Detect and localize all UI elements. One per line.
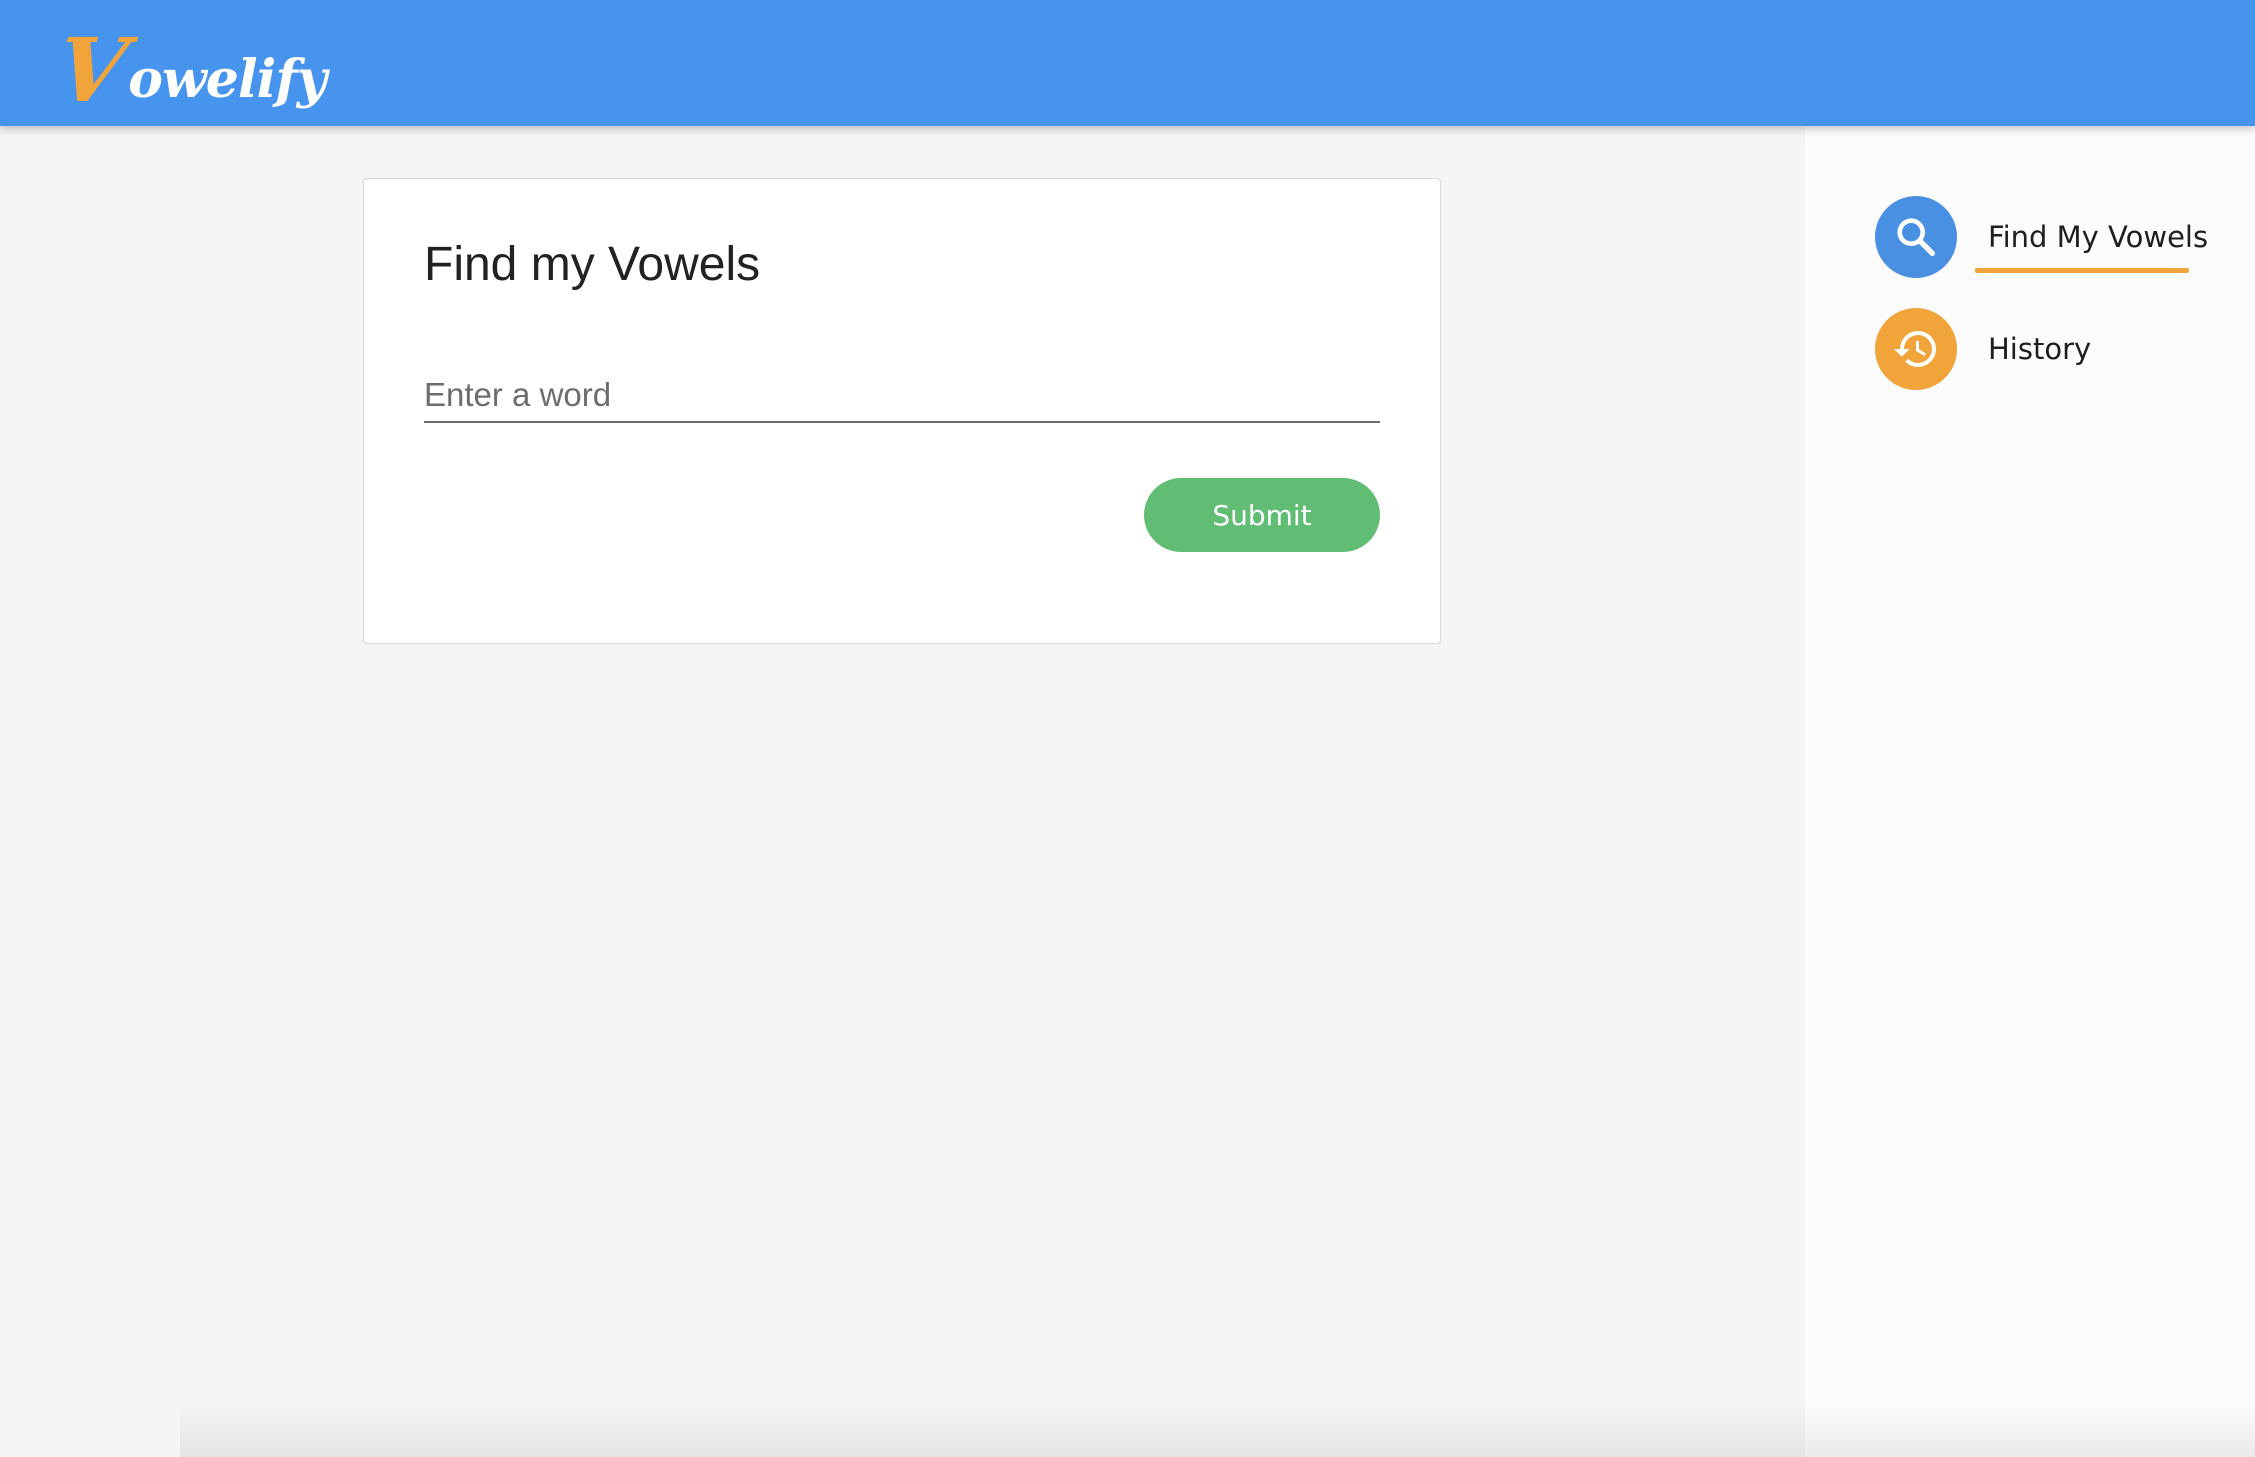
history-icon-svg — [1894, 331, 1936, 367]
sidebar-item-label: Find My Vowels — [1988, 220, 2209, 254]
logo-text: owelify — [128, 49, 327, 110]
main-content: Find my Vowels Submit — [0, 126, 1805, 1457]
sidebar-item-label: History — [1988, 332, 2092, 366]
vowel-finder-card: Find my Vowels Submit — [363, 178, 1441, 644]
sidebar-item-find-my-vowels[interactable]: Find My Vowels — [1875, 196, 2208, 278]
sidebar: Find My Vowels History — [1805, 126, 2255, 1457]
app-logo[interactable]: V owelify — [51, 14, 327, 122]
submit-button[interactable]: Submit — [1144, 478, 1380, 552]
bottom-shadow — [180, 1400, 2255, 1457]
search-icon — [1875, 196, 1957, 278]
search-icon-svg — [1897, 218, 1935, 256]
active-nav-indicator — [1975, 268, 2189, 273]
logo-initial: V — [50, 18, 134, 122]
card-title: Find my Vowels — [424, 238, 761, 291]
word-input[interactable] — [424, 369, 1380, 423]
sidebar-item-history[interactable]: History — [1875, 308, 2091, 390]
app-header: V owelify — [0, 0, 2255, 126]
history-icon — [1875, 308, 1957, 390]
